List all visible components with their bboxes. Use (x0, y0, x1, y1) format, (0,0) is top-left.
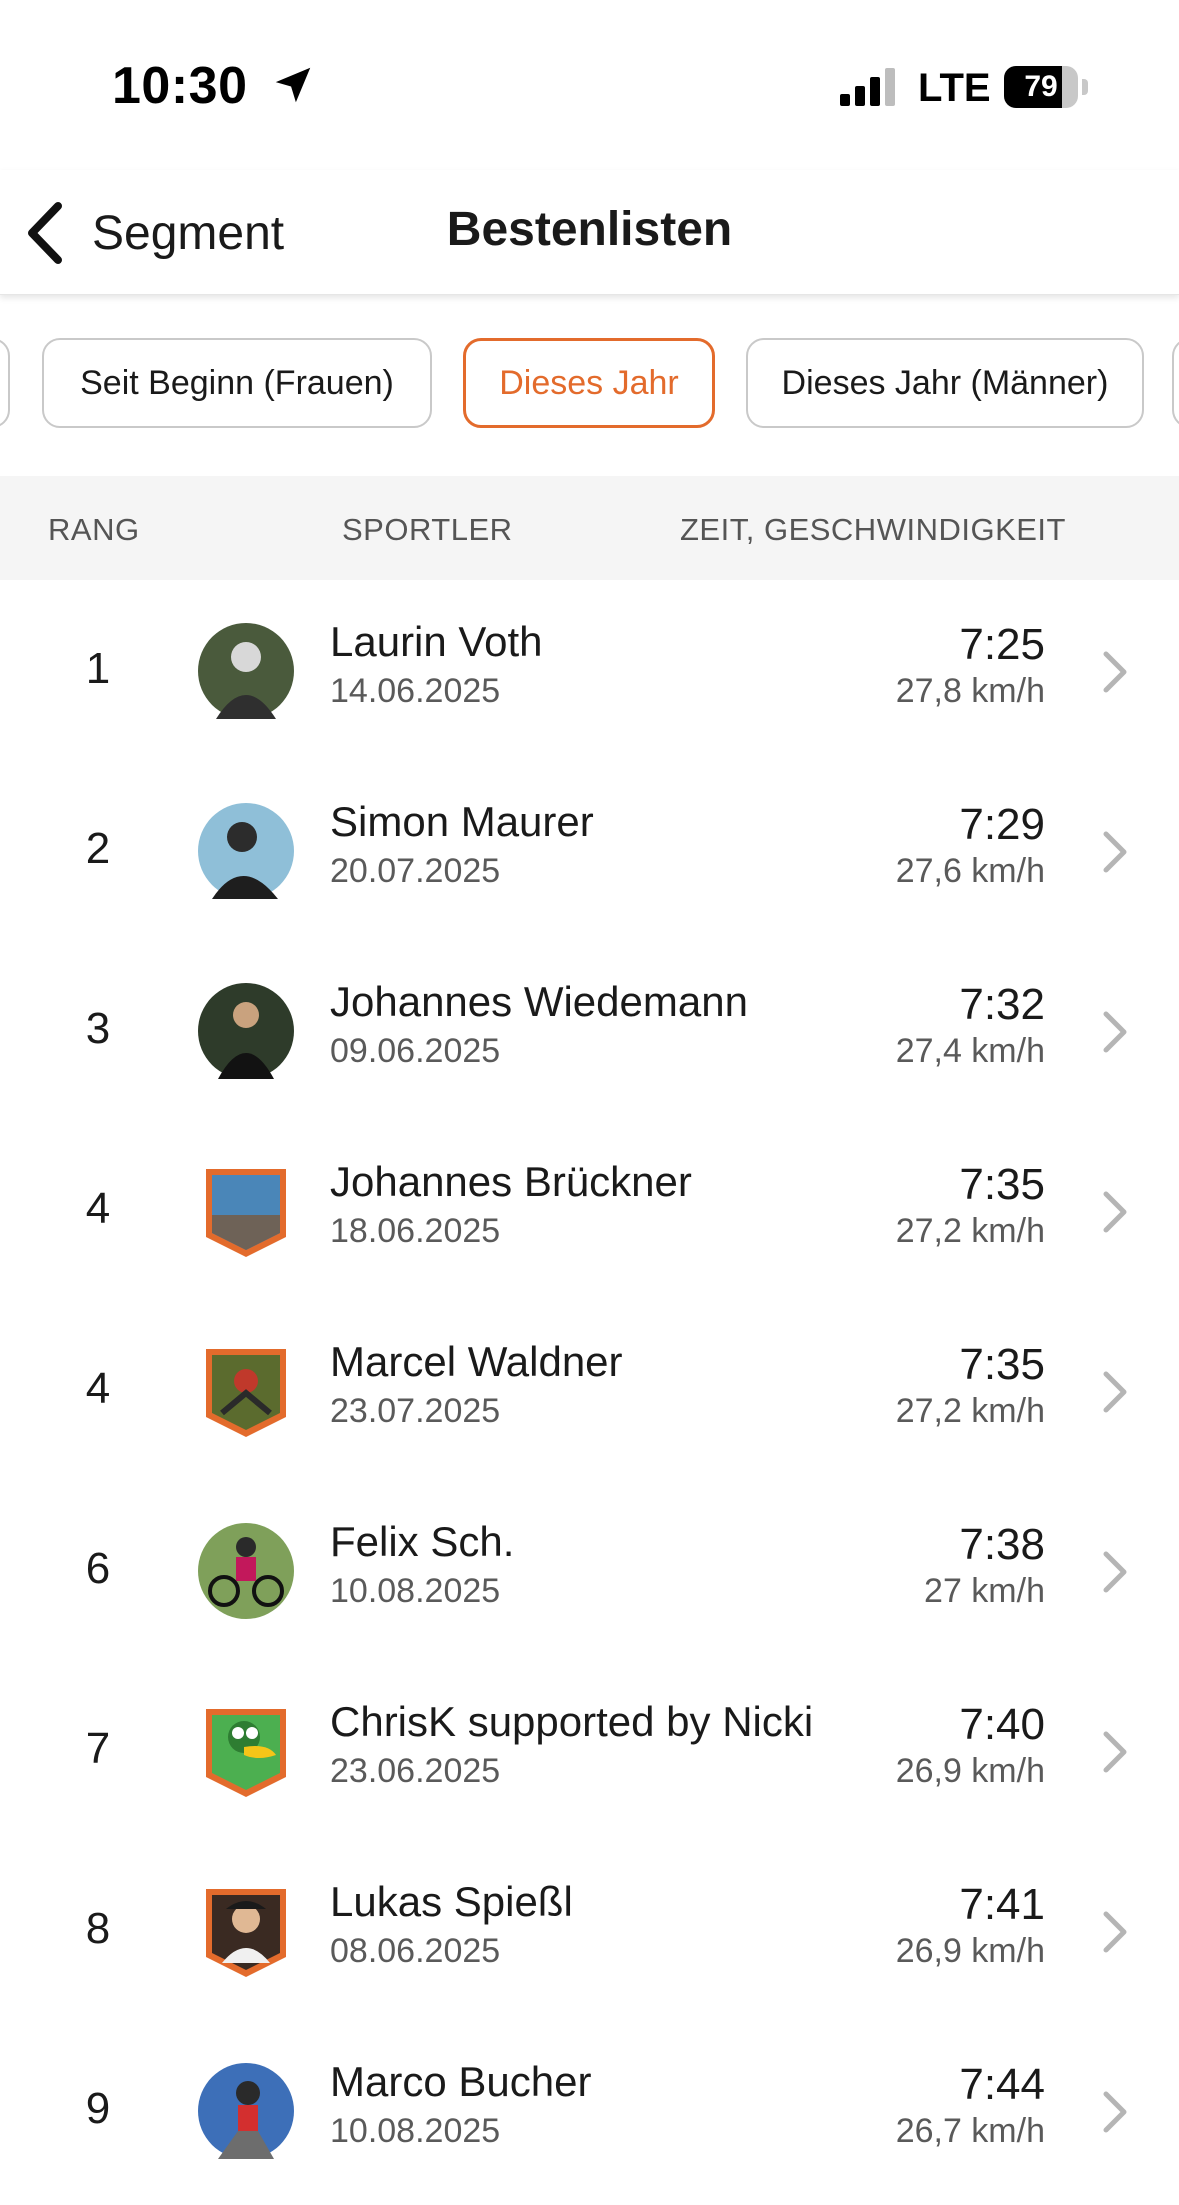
effort-speed: 27 km/h (924, 1572, 1045, 1610)
chevron-right-icon (1103, 1551, 1127, 1593)
athlete-name[interactable]: Lukas Spießl (330, 1878, 573, 1926)
athlete-name[interactable]: Laurin Voth (330, 618, 543, 666)
effort-speed: 27,2 km/h (895, 1392, 1045, 1430)
table-row[interactable]: 1 Laurin Voth 14.06.2025 7:25 27,8 km/h (0, 580, 1179, 760)
effort-time: 7:41 (959, 1880, 1045, 1929)
chevron-right-icon (1103, 1191, 1127, 1233)
battery-icon: 79 (1004, 66, 1088, 110)
effort-speed: 26,9 km/h (895, 1752, 1045, 1790)
chevron-right-icon (1103, 1731, 1127, 1773)
avatar (206, 1169, 286, 1257)
table-row[interactable]: 9 Marco Bucher 10.08.2025 7:44 26,7 km/h (0, 2020, 1179, 2200)
effort-time: 7:29 (959, 800, 1045, 849)
row-rank: 1 (85, 644, 111, 693)
navigation-bar: Segment Bestenlisten (0, 170, 1179, 295)
location-arrow-icon (275, 67, 311, 103)
row-rank: 4 (85, 1184, 111, 1233)
chevron-right-icon (1103, 651, 1127, 693)
effort-date: 14.06.2025 (330, 672, 501, 710)
effort-date: 10.08.2025 (330, 1572, 501, 1610)
chevron-right-icon (1103, 831, 1127, 873)
athlete-name[interactable]: Johannes Wiedemann (330, 978, 748, 1026)
column-rank: RANG (48, 512, 140, 547)
athlete-name[interactable]: Simon Maurer (330, 798, 594, 846)
network-type: LTE (918, 66, 991, 110)
table-row[interactable]: 8 Lukas Spießl 08.06.2025 7:41 26,9 km/h (0, 1840, 1179, 2020)
avatar (198, 1523, 294, 1619)
table-row[interactable]: 6 Felix Sch. 10.08.2025 7:38 27 km/h (0, 1480, 1179, 1660)
avatar (198, 2063, 294, 2159)
row-rank: 4 (85, 1364, 111, 1413)
effort-date: 23.07.2025 (330, 1392, 501, 1430)
column-athlete: SPORTLER (342, 512, 513, 547)
avatar (198, 983, 294, 1079)
effort-speed: 27,2 km/h (895, 1212, 1045, 1250)
filter-chip-this-year[interactable]: Dieses Jahr (463, 338, 715, 428)
row-rank: 2 (85, 824, 111, 873)
chevron-right-icon (1103, 1011, 1127, 1053)
effort-date: 20.07.2025 (330, 852, 501, 890)
effort-speed: 27,8 km/h (895, 672, 1045, 710)
athlete-name[interactable]: Felix Sch. (330, 1518, 514, 1566)
page-title: Bestenlisten (446, 203, 733, 256)
effort-time: 7:35 (959, 1340, 1045, 1389)
effort-speed: 27,6 km/h (895, 852, 1045, 890)
filter-chip-partial-right[interactable] (1172, 338, 1179, 428)
effort-speed: 27,4 km/h (895, 1032, 1045, 1070)
effort-time: 7:35 (959, 1160, 1045, 1209)
chevron-right-icon (1103, 1371, 1127, 1413)
avatar (206, 1889, 286, 1977)
row-rank: 9 (85, 2084, 111, 2133)
effort-date: 08.06.2025 (330, 1932, 501, 1970)
table-row[interactable]: 4 Marcel Waldner 23.07.2025 7:35 27,2 km… (0, 1300, 1179, 1480)
filter-chip-partial-left[interactable] (0, 338, 10, 428)
effort-time: 7:44 (959, 2060, 1045, 2109)
table-row[interactable]: 2 Simon Maurer 20.07.2025 7:29 27,6 km/h (0, 760, 1179, 940)
effort-time: 7:40 (959, 1700, 1045, 1749)
avatar (206, 1349, 286, 1437)
status-time: 10:30 (112, 57, 248, 115)
athlete-name[interactable]: ChrisK supported by Nicki (330, 1698, 813, 1746)
row-rank: 3 (85, 1004, 111, 1053)
effort-speed: 26,9 km/h (895, 1932, 1045, 1970)
avatar (206, 1709, 286, 1797)
table-header: RANG SPORTLER ZEIT, GESCHWINDIGKEIT (0, 476, 1179, 580)
chevron-right-icon (1103, 1911, 1127, 1953)
effort-date: 18.06.2025 (330, 1212, 501, 1250)
row-rank: 8 (85, 1904, 111, 1953)
effort-time: 7:32 (959, 980, 1045, 1029)
effort-date: 23.06.2025 (330, 1752, 501, 1790)
table-row[interactable]: 4 Johannes Brückner 18.06.2025 7:35 27,2… (0, 1120, 1179, 1300)
filter-chip-all-time-women[interactable]: Seit Beginn (Frauen) (42, 338, 432, 428)
effort-date: 10.08.2025 (330, 2112, 501, 2150)
row-rank: 6 (85, 1544, 111, 1593)
effort-time: 7:38 (959, 1520, 1045, 1569)
effort-speed: 26,7 km/h (895, 2112, 1045, 2150)
athlete-name[interactable]: Johannes Brückner (330, 1158, 692, 1206)
column-time-speed: ZEIT, GESCHWINDIGKEIT (680, 512, 1066, 547)
effort-time: 7:25 (959, 620, 1045, 669)
avatar (198, 803, 294, 899)
athlete-name[interactable]: Marcel Waldner (330, 1338, 623, 1386)
cell-signal-icon (840, 68, 895, 106)
effort-date: 09.06.2025 (330, 1032, 501, 1070)
row-rank: 7 (85, 1724, 111, 1773)
athlete-name[interactable]: Marco Bucher (330, 2058, 591, 2106)
filter-chip-this-year-men[interactable]: Dieses Jahr (Männer) (746, 338, 1144, 428)
status-bar: 10:30 LTE 79 (0, 0, 1179, 170)
table-row[interactable]: 3 Johannes Wiedemann 09.06.2025 7:32 27,… (0, 940, 1179, 1120)
avatar (198, 623, 294, 719)
table-row[interactable]: 7 ChrisK supported by Nicki 23.06.2025 7… (0, 1660, 1179, 1840)
filter-chips: Seit Beginn (Frauen) Dieses Jahr Dieses … (0, 294, 1179, 476)
chevron-right-icon (1103, 2091, 1127, 2133)
battery-level: 79 (1024, 70, 1058, 103)
